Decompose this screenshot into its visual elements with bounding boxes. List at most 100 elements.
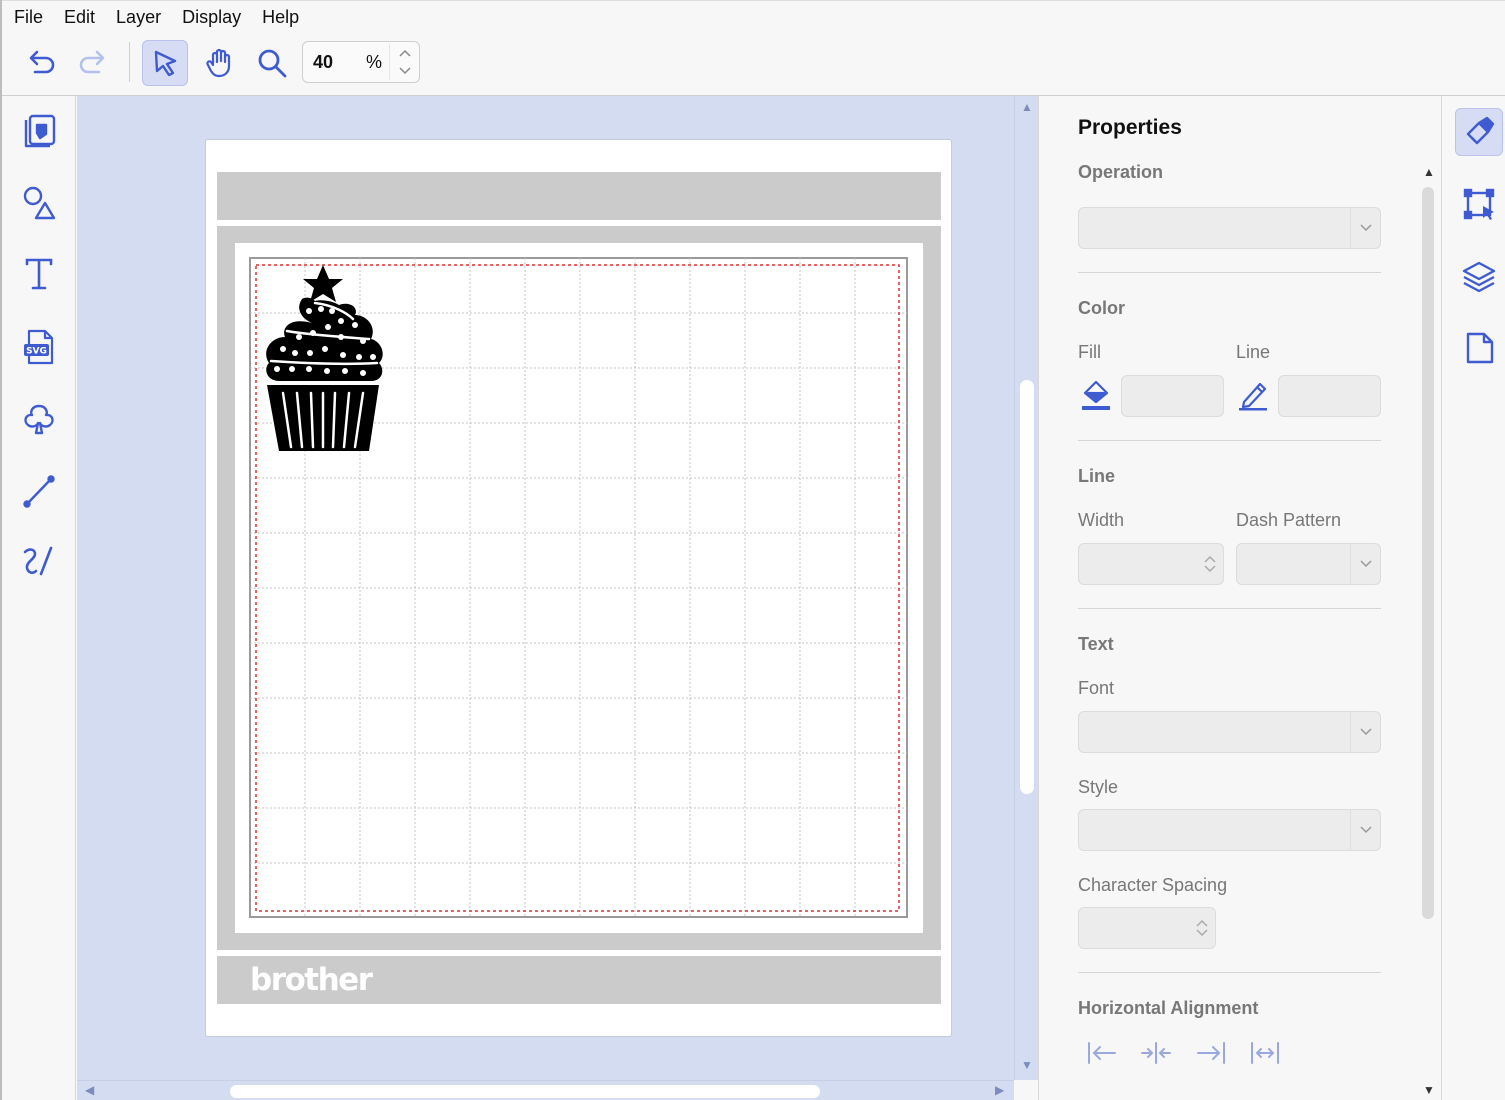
chevron-up-icon	[1204, 555, 1216, 563]
shapes-button[interactable]	[16, 180, 62, 226]
align-center-icon	[1141, 1042, 1171, 1064]
outline-icon	[24, 404, 54, 435]
pattern-button[interactable]	[16, 108, 62, 154]
paint-brush-icon	[1466, 116, 1495, 145]
text-button[interactable]	[16, 251, 62, 297]
dropdown-toggle[interactable]	[1350, 208, 1380, 248]
font-label: Font	[1078, 678, 1115, 698]
page-tab[interactable]	[1455, 324, 1503, 372]
undo-button[interactable]	[18, 40, 64, 86]
align-right-button[interactable]	[1194, 1036, 1228, 1070]
fill-color-field[interactable]	[1121, 375, 1224, 417]
align-justify-button[interactable]	[1248, 1036, 1282, 1070]
style-select[interactable]	[1078, 809, 1381, 851]
dash-pattern-label: Dash Pattern	[1236, 510, 1342, 530]
align-left-icon	[1088, 1042, 1116, 1064]
magnifier-icon	[258, 49, 287, 78]
scroll-down-arrow[interactable]: ▼	[1021, 1058, 1033, 1072]
scroll-right-arrow[interactable]: ▶	[995, 1083, 1004, 1097]
operation-heading: Operation	[1078, 162, 1164, 182]
text-icon	[25, 258, 53, 290]
scroll-down-arrow[interactable]: ▼	[1423, 1083, 1435, 1097]
chevron-down-icon	[1204, 565, 1216, 573]
select-tool-button[interactable]	[142, 40, 188, 86]
menu-help[interactable]: Help	[262, 7, 299, 28]
design-canvas[interactable]: brother	[77, 96, 1014, 1080]
menu-bar: File Edit Layer Display Help	[2, 0, 1505, 34]
section-divider	[1078, 972, 1381, 973]
cupcake-image[interactable]	[257, 265, 389, 455]
redo-button[interactable]	[70, 40, 116, 86]
left-tool-rail: SVG	[2, 96, 76, 1100]
transform-tab[interactable]	[1455, 180, 1503, 228]
menu-layer[interactable]: Layer	[116, 7, 161, 28]
chevron-up-icon	[399, 49, 411, 57]
properties-scrollbar[interactable]: ▲ ▼	[1420, 165, 1438, 1100]
align-left-button[interactable]	[1085, 1036, 1119, 1070]
scroll-up-arrow[interactable]: ▲	[1423, 165, 1435, 179]
layers-tab[interactable]	[1455, 252, 1503, 300]
canvas-horizontal-scrollbar[interactable]: ◀ ▶	[77, 1080, 1014, 1100]
fill-label: Fill	[1078, 342, 1101, 362]
stepper-arrows[interactable]	[1199, 544, 1221, 584]
zoom-input[interactable]: 40 %	[302, 41, 420, 83]
scroll-thumb[interactable]	[1020, 380, 1034, 794]
menu-display[interactable]: Display	[182, 7, 241, 28]
dash-pattern-select[interactable]	[1236, 543, 1381, 585]
style-label: Style	[1078, 777, 1119, 797]
dropdown-toggle[interactable]	[1350, 544, 1380, 584]
stepper-arrows[interactable]	[1191, 908, 1213, 948]
toolbar-divider	[129, 42, 130, 82]
mat-top-strip	[217, 172, 941, 220]
dropdown-toggle[interactable]	[1350, 810, 1380, 850]
line-color-field[interactable]	[1278, 375, 1381, 417]
chevron-down-icon	[1359, 728, 1372, 736]
scroll-thumb[interactable]	[230, 1085, 820, 1098]
zoom-separator	[389, 44, 390, 80]
operation-select[interactable]	[1078, 207, 1381, 249]
line-heading: Line	[1078, 466, 1116, 486]
brand-logo: brother	[250, 962, 373, 998]
pointer-icon	[154, 50, 177, 77]
color-heading: Color	[1078, 298, 1125, 318]
toolbar: 40 %	[2, 34, 1505, 96]
align-center-button[interactable]	[1139, 1036, 1173, 1070]
canvas-vertical-scrollbar[interactable]: ▲ ▼	[1014, 96, 1038, 1080]
freehand-button[interactable]	[16, 538, 62, 584]
font-select[interactable]	[1078, 711, 1381, 753]
line-pen-button[interactable]	[1236, 378, 1270, 412]
pattern-icon	[24, 114, 56, 148]
scroll-up-arrow[interactable]: ▲	[1021, 100, 1033, 114]
width-label: Width	[1078, 510, 1125, 530]
line-color-label: Line	[1236, 342, 1271, 362]
outline-button[interactable]	[16, 396, 62, 442]
section-divider	[1078, 440, 1381, 441]
fill-bucket-button[interactable]	[1079, 378, 1113, 412]
zoom-unit: %	[366, 52, 383, 72]
line-width-stepper[interactable]	[1078, 543, 1224, 585]
zoom-value: 40	[313, 52, 334, 72]
dropdown-toggle[interactable]	[1350, 712, 1380, 752]
properties-tab[interactable]	[1455, 108, 1503, 156]
line-tool-button[interactable]	[16, 468, 62, 514]
scroll-thumb[interactable]	[1422, 187, 1434, 919]
layers-icon	[1462, 261, 1496, 293]
menu-file[interactable]: File	[14, 7, 43, 28]
zoom-increase-button[interactable]	[393, 44, 417, 62]
mat-frame	[217, 226, 941, 950]
character-spacing-stepper[interactable]	[1078, 907, 1216, 949]
section-divider	[1078, 272, 1381, 273]
pan-tool-button[interactable]	[197, 40, 243, 86]
properties-panel: Properties Operation Color Fill Line Lin	[1038, 96, 1441, 1100]
chevron-down-icon	[1359, 224, 1372, 232]
menu-edit[interactable]: Edit	[64, 7, 95, 28]
shapes-icon	[23, 186, 56, 220]
svg-import-button[interactable]: SVG	[16, 324, 62, 370]
horizontal-alignment-heading: Horizontal Alignment	[1078, 998, 1259, 1018]
zoom-decrease-button[interactable]	[393, 62, 417, 80]
zoom-tool-button[interactable]	[249, 40, 295, 86]
freehand-icon	[23, 546, 53, 576]
text-heading: Text	[1078, 634, 1114, 654]
paint-bucket-icon	[1082, 380, 1110, 410]
scroll-left-arrow[interactable]: ◀	[85, 1083, 94, 1097]
